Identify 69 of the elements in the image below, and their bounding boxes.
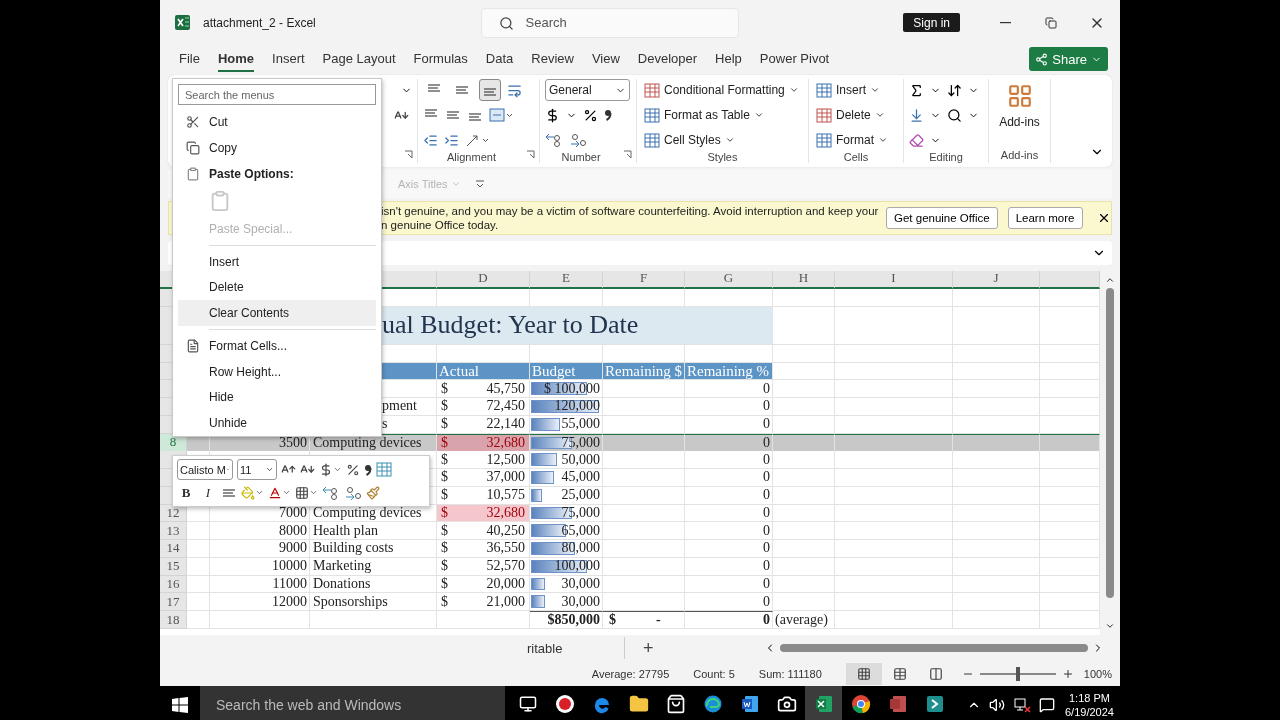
cell-value: 52,570 — [486, 558, 525, 575]
currency-symbol: $ — [441, 398, 448, 415]
cell-value: 45,000 — [561, 469, 600, 486]
table-cell: 9000 — [210, 540, 310, 558]
table-cell: Building costs — [310, 540, 437, 558]
cell-value: 10,575 — [486, 487, 525, 504]
window-title: attachment_2 - Excel — [203, 15, 316, 30]
menu-heading: Paste Options: — [178, 161, 376, 187]
currency-symbol: $ — [441, 558, 448, 575]
notice-message: isn't genuine, and you may be a victim of software counterfeiting. Avoid interruption and keep your n genuine Office today. — [381, 204, 876, 232]
clock-time: 1:18 PM — [1069, 690, 1110, 705]
currency-symbol: $ — [441, 416, 448, 433]
table-cell: 0 — [685, 380, 773, 398]
cell-value: 75,000 — [561, 434, 600, 451]
currency-symbol: $ — [441, 469, 448, 486]
table-cell: 0 — [685, 469, 773, 487]
group-label: Styles — [706, 151, 739, 165]
table-cell: Sponsorships — [310, 593, 437, 611]
clock-date: 6/19/2024 — [1065, 704, 1114, 719]
group-label: Alignment — [446, 151, 497, 165]
cell-value: $ 100,000 — [544, 380, 600, 397]
cell-value: 30,000 — [561, 575, 600, 592]
cell-value: 40,250 — [486, 522, 525, 539]
cell-value: 100,000 — [554, 558, 600, 575]
table-cell: 12000 — [210, 593, 310, 611]
cell-value: 32,680 — [486, 434, 525, 451]
currency-symbol: $ — [441, 434, 448, 451]
table-cell: 0 — [685, 611, 773, 629]
currency-symbol: $ — [441, 575, 448, 592]
table-cell: 0 — [685, 522, 773, 540]
table-cell: $850,000 — [530, 611, 603, 629]
table-cell: 0 — [685, 398, 773, 416]
status-text: Average: 27795 — [591, 667, 670, 680]
cell-value: 55,000 — [561, 416, 600, 433]
table-cell: 0 — [685, 540, 773, 558]
cell-value: 30,000 — [561, 593, 600, 610]
currency-symbol: $ — [609, 612, 616, 628]
cell-value: 21,000 — [486, 593, 525, 610]
cell-value: 22,140 — [486, 416, 525, 433]
cell-value: 20,000 — [486, 575, 525, 592]
status-text: Sum: 111180 — [758, 667, 822, 680]
cell-value: 36,550 — [486, 540, 525, 557]
cell-value: 45,750 — [486, 380, 525, 397]
zoom-level: 100% — [1083, 667, 1112, 680]
cell-value: 25,000 — [561, 487, 600, 504]
cell-value: 37,000 — [486, 469, 525, 486]
group-label: Number — [560, 151, 602, 165]
currency-symbol: $ — [441, 593, 448, 610]
table-cell: 8000 — [210, 522, 310, 540]
status-text: Count: 5 — [693, 667, 735, 680]
currency-symbol: $ — [441, 451, 448, 468]
group-label: Cells — [842, 151, 870, 165]
cell-value: 120,000 — [554, 398, 600, 415]
cell-value: 50,000 — [561, 451, 600, 468]
currency-symbol: $ — [441, 522, 448, 539]
currency-symbol: $ — [441, 380, 448, 397]
table-cell: 0 — [685, 593, 773, 611]
group-label: Editing — [928, 151, 964, 165]
cell-value: 72,450 — [486, 398, 525, 415]
currency-symbol: $ — [441, 487, 448, 504]
cell-value: - — [655, 612, 661, 628]
table-cell: (average) — [773, 611, 835, 629]
table-cell: 0 — [685, 451, 773, 469]
table-cell: Health plan — [310, 522, 437, 540]
group-label: Add-ins — [999, 149, 1040, 163]
cell-value: 12,500 — [486, 451, 525, 468]
currency-symbol: $ — [441, 504, 448, 521]
currency-symbol: $ — [441, 540, 448, 557]
cell-value: 32,680 — [486, 504, 525, 521]
